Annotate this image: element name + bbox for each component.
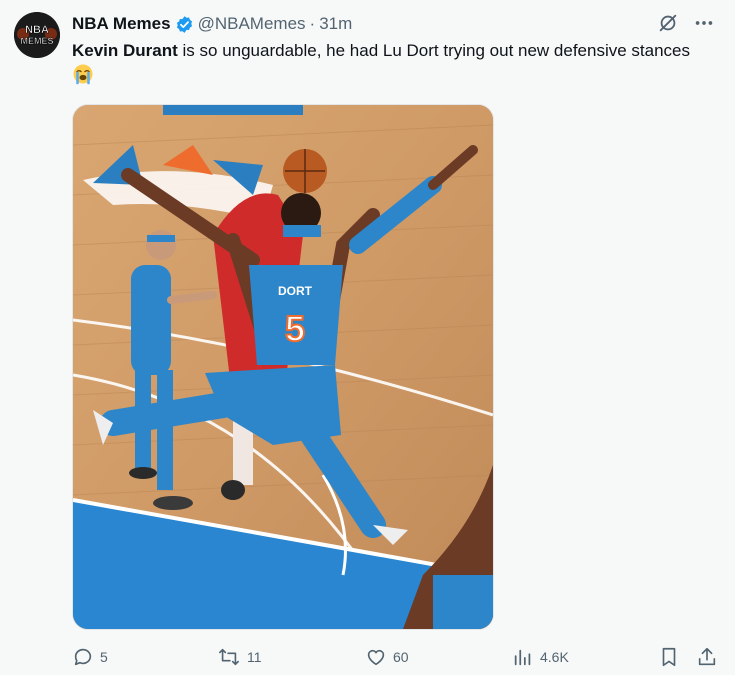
heart-icon [365, 646, 387, 668]
basketball-image: DORT 5 [73, 105, 493, 629]
views-button[interactable]: 4.6K [512, 644, 569, 670]
views-count: 4.6K [540, 649, 569, 665]
reply-count: 5 [100, 649, 108, 665]
avatar-text-bottom: MEMES [20, 36, 53, 46]
jersey-name: DORT [278, 284, 313, 298]
tweet-text: Kevin Durant is so unguardable, he had L… [72, 38, 712, 92]
tweet-card[interactable]: NBA MEMES NBA Memes @NBAMemes · 31m Kevi… [0, 0, 735, 675]
repost-icon [217, 646, 241, 668]
jersey-number: 5 [285, 308, 305, 349]
loudly-crying-face-icon [72, 63, 94, 92]
like-count: 60 [393, 649, 409, 665]
repost-count: 11 [247, 649, 262, 665]
tweet-body: is so unguardable, he had Lu Dort trying… [177, 41, 691, 60]
reply-button[interactable]: 5 [72, 644, 108, 670]
tweet-media[interactable]: DORT 5 [72, 104, 494, 630]
bookmark-icon [658, 646, 680, 668]
like-button[interactable]: 60 [365, 644, 409, 670]
separator-dot: · [309, 14, 316, 33]
reply-icon [72, 646, 94, 668]
verified-badge-icon [175, 15, 194, 34]
share-button[interactable] [696, 644, 718, 670]
tweet-actions: 5 11 60 4.6K [72, 644, 722, 670]
avatar[interactable]: NBA MEMES [14, 12, 60, 58]
views-icon [512, 646, 534, 668]
tweet-time[interactable]: 31m [319, 14, 352, 34]
tweet-highlight: Kevin Durant [72, 41, 178, 60]
share-icon [696, 646, 718, 668]
repost-button[interactable]: 11 [217, 644, 262, 670]
avatar-text-top: NBA [25, 24, 49, 36]
author-name[interactable]: NBA Memes [72, 14, 171, 34]
author-handle[interactable]: @NBAMemes [198, 14, 306, 34]
tweet-header: NBA Memes @NBAMemes · 31m [72, 12, 715, 36]
grok-icon[interactable] [657, 12, 679, 39]
more-options-icon[interactable] [693, 12, 715, 39]
bookmark-button[interactable] [658, 644, 680, 670]
